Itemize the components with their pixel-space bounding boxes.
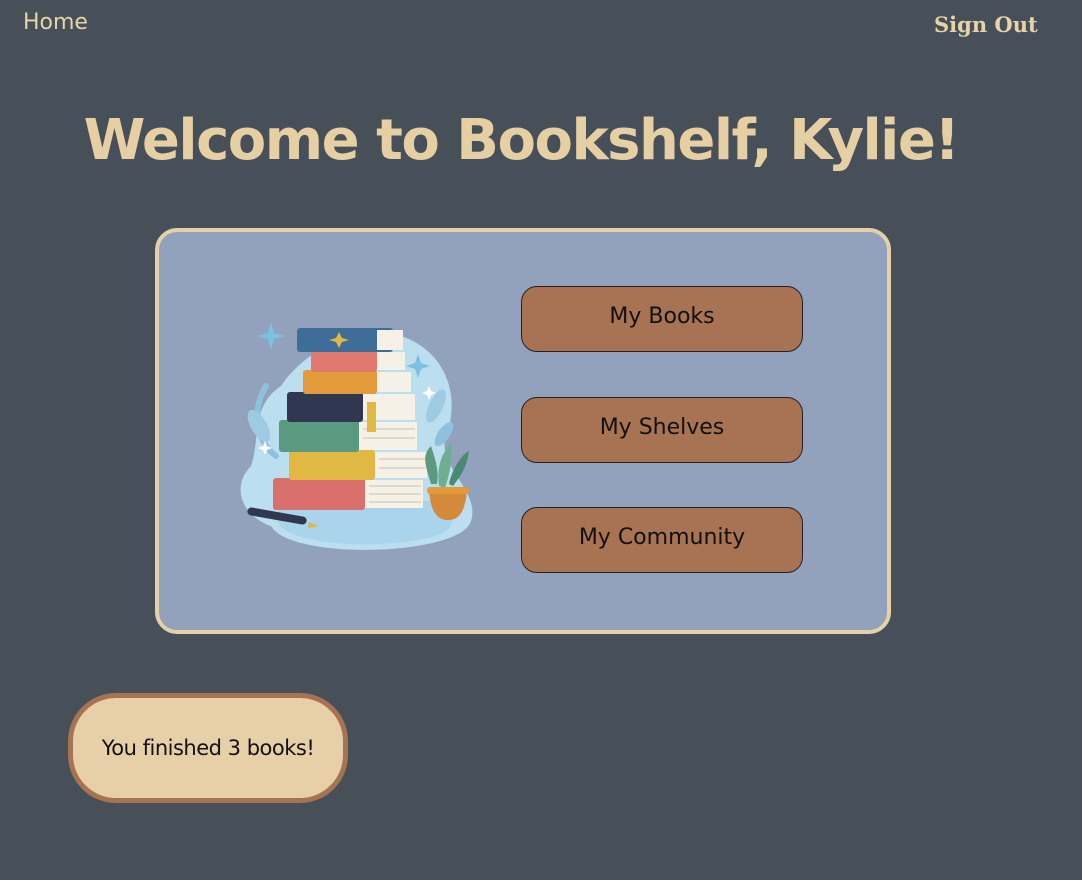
my-books-button[interactable]: My Books <box>521 286 803 352</box>
home-link[interactable]: Home <box>23 10 88 35</box>
main-card: My Books My Shelves My Community <box>155 228 891 634</box>
books-finished-badge: You finished 3 books! <box>68 693 348 803</box>
sign-out-link[interactable]: Sign Out <box>934 12 1038 37</box>
page-title: Welcome to Bookshelf, Kylie! <box>83 108 960 173</box>
my-community-button[interactable]: My Community <box>521 507 803 573</box>
book-stack-icon <box>240 322 473 550</box>
books-finished-text: You finished 3 books! <box>101 736 315 760</box>
my-shelves-button[interactable]: My Shelves <box>521 397 803 463</box>
